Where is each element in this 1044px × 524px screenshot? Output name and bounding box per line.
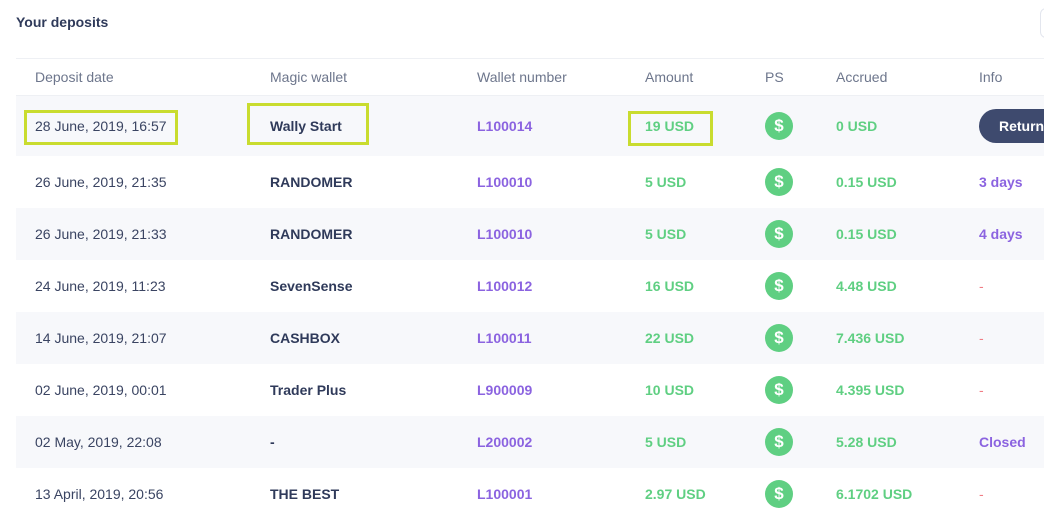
info-empty: - [979,486,984,502]
ps-cell: $ [765,156,793,208]
magic-wallet: CASHBOX [270,330,341,346]
deposit-date: 14 June, 2019, 21:07 [35,330,167,346]
table-row: 28 June, 2019, 16:57 Wally Start L100014 19… [16,96,1044,156]
amount: 10 USD [645,382,695,398]
deposits-table: Deposit date Magic wallet Wallet number … [16,58,1044,520]
deposits-page: Your deposits Deposit date Magic wallet … [0,0,1044,524]
info-empty: - [979,278,984,294]
accrued: 0.15 USD [836,174,897,190]
table-row: 26 June, 2019, 21:33 RANDOMER L100010 5 USD… [16,208,1044,260]
info-empty: - [979,382,984,398]
amount: 19 USD [645,118,695,134]
info-cell: - [979,260,984,312]
col-header-info[interactable]: Info [979,59,1002,95]
accrued: 4.48 USD [836,278,897,294]
col-header-amount[interactable]: Amount [645,59,693,95]
deposit-date: 26 June, 2019, 21:35 [35,174,167,190]
wallet-number[interactable]: L100010 [477,156,532,208]
ps-cell: $ [765,96,793,156]
ps-cell: $ [765,364,793,416]
deposit-date: 02 May, 2019, 22:08 [35,434,162,450]
dollar-icon: $ [765,168,793,196]
page-title: Your deposits [16,14,109,30]
deposit-date: 24 June, 2019, 11:23 [35,278,166,294]
dollar-icon: $ [765,112,793,140]
info-empty: - [979,330,984,346]
amount: 22 USD [645,330,695,346]
magic-wallet: THE BEST [270,486,340,502]
ps-cell: $ [765,416,793,468]
wallet-number[interactable]: L100014 [477,96,532,156]
wallet-number[interactable]: L100011 [477,312,532,364]
amount: 2.97 USD [645,486,706,502]
deposit-date: 02 June, 2019, 00:01 [35,382,167,398]
wallet-number[interactable]: L100001 [477,468,532,520]
deposit-date: 28 June, 2019, 16:57 [35,118,167,134]
info-cell: 3 days [979,156,1023,208]
table-row: 14 June, 2019, 21:07 CASHBOX L100011 22 USD… [16,312,1044,364]
wallet-number[interactable]: L900009 [477,364,532,416]
status-closed: Closed [979,434,1026,450]
accrued: 0.15 USD [836,226,897,242]
magic-wallet: Wally Start [270,118,342,134]
amount: 5 USD [645,174,687,190]
col-header-number[interactable]: Wallet number [477,59,567,95]
ps-cell: $ [765,208,793,260]
deposit-date: 26 June, 2019, 21:33 [35,226,167,242]
dollar-icon: $ [765,376,793,404]
table-row: 26 June, 2019, 21:35 RANDOMER L100010 5 USD… [16,156,1044,208]
corner-button[interactable] [1040,8,1044,38]
accrued: 4.395 USD [836,382,905,398]
magic-wallet: - [270,434,275,450]
info-cell: 4 days [979,208,1023,260]
info-cell: Return [979,96,1044,156]
dollar-icon: $ [765,428,793,456]
accrued: 0 USD [836,118,878,134]
ps-cell: $ [765,312,793,364]
table-body: 28 June, 2019, 16:57 Wally Start L100014 19… [16,96,1044,520]
wallet-number[interactable]: L200002 [477,416,532,468]
col-header-wallet[interactable]: Magic wallet [270,59,347,95]
col-header-accrued[interactable]: Accrued [836,59,887,95]
wallet-number[interactable]: L100012 [477,260,532,312]
magic-wallet: RANDOMER [270,174,353,190]
amount: 5 USD [645,434,687,450]
ps-cell: $ [765,260,793,312]
accrued: 5.28 USD [836,434,897,450]
table-row: 24 June, 2019, 11:23 SevenSense L100012 16 … [16,260,1044,312]
accrued: 6.1702 USD [836,486,913,502]
dollar-icon: $ [765,480,793,508]
accrued: 7.436 USD [836,330,905,346]
amount: 16 USD [645,278,695,294]
deposit-date: 13 April, 2019, 20:56 [35,486,164,502]
magic-wallet: SevenSense [270,278,353,294]
table-row: 02 June, 2019, 00:01 Trader Plus L900009 10… [16,364,1044,416]
table-row: 02 May, 2019, 22:08 - L200002 5 USD $5.28 US… [16,416,1044,468]
wallet-number[interactable]: L100010 [477,208,532,260]
table-row: 13 April, 2019, 20:56 THE BEST L100001 2.97… [16,468,1044,520]
info-cell: Closed [979,416,1026,468]
info-cell: - [979,312,984,364]
col-header-ps[interactable]: PS [765,59,784,95]
dollar-icon: $ [765,324,793,352]
days-remaining: 4 days [979,226,1023,242]
info-cell: - [979,468,984,520]
dollar-icon: $ [765,220,793,248]
ps-cell: $ [765,468,793,520]
info-cell: - [979,364,984,416]
table-header: Deposit date Magic wallet Wallet number … [16,58,1044,96]
magic-wallet: Trader Plus [270,382,347,398]
col-header-date[interactable]: Deposit date [35,59,114,95]
dollar-icon: $ [765,272,793,300]
return-button[interactable]: Return [979,109,1044,143]
days-remaining: 3 days [979,174,1023,190]
magic-wallet: RANDOMER [270,226,353,242]
amount: 5 USD [645,226,687,242]
